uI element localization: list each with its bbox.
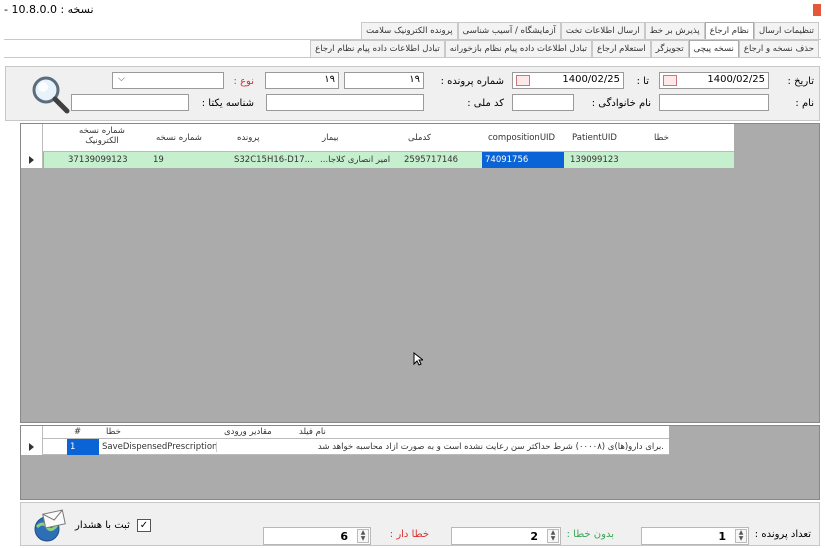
- record-count-label: تعداد پرونده :: [754, 529, 811, 540]
- tab-main-4[interactable]: آزمایشگاه / آسیب شناسی: [457, 22, 561, 39]
- row-pointer-icon: [29, 443, 34, 451]
- cell-patient-uid[interactable]: 139099123: [567, 155, 647, 165]
- col-header-file[interactable]: پرونده: [234, 133, 304, 143]
- col-header-index[interactable]: #: [71, 427, 91, 437]
- date-from-field[interactable]: 1400/02/25: [659, 72, 769, 89]
- cursor-icon: [413, 352, 423, 366]
- cell-electronic-no[interactable]: 37139099123: [65, 155, 145, 165]
- cell-patient[interactable]: ...امیر انصاری کلاجا: [317, 155, 401, 165]
- row-header-corner: [21, 426, 43, 439]
- row-indicator[interactable]: [21, 152, 43, 168]
- version-label: - 10.8.0.0 : نسخه: [4, 3, 94, 16]
- col-header-input-values[interactable]: مقادیر ورودی: [221, 427, 291, 437]
- cell-composition-uid[interactable]: 74091756: [482, 155, 564, 165]
- sub-tab-divider: [4, 57, 821, 58]
- search-button[interactable]: [28, 73, 72, 117]
- no-error-label: بدون خطا :: [566, 529, 614, 540]
- tab-sub-3[interactable]: استعلام ارجاع: [592, 40, 651, 57]
- family-field[interactable]: [512, 94, 574, 111]
- calendar-icon[interactable]: [516, 75, 530, 86]
- cell-field-name[interactable]: .برای دارو(ها)ی (۰۰۰۰۸) شرط حداکثر سن رع…: [289, 442, 667, 452]
- tab-main-3[interactable]: ارسال اطلاعات تخت: [560, 22, 645, 39]
- tab-sub-2[interactable]: تجویزگر: [650, 40, 689, 57]
- row-header-corner: [21, 124, 43, 152]
- cell-national-code[interactable]: 2595717146: [401, 155, 481, 165]
- cell-file[interactable]: S32C15H16-D17...: [231, 155, 315, 165]
- col-header-patient[interactable]: بیمار: [319, 133, 389, 143]
- spinner-arrows-icon[interactable]: ▲ ▼: [357, 529, 369, 543]
- tab-main-2[interactable]: پذیرش بر خط: [644, 22, 705, 39]
- footer-panel: تعداد پرونده : 1 ▲ ▼ بدون خطا : 2 ▲ ▼ خطا …: [20, 502, 820, 546]
- record-count-field[interactable]: 1 ▲ ▼: [641, 527, 749, 545]
- globe-mail-icon: [34, 509, 66, 542]
- type-select[interactable]: ⌵: [112, 72, 224, 89]
- tab-sub-4[interactable]: تبادل اطلاعات داده پیام نظام بازخورانه: [444, 40, 593, 57]
- search-icon: [32, 76, 70, 114]
- cell-error-msg[interactable]: SaveDispensedPrescription: [99, 442, 217, 452]
- error-grid-header: # خطا مقادیر ورودی نام فیلد: [21, 426, 669, 439]
- cell-prescription-no[interactable]: 19: [150, 155, 226, 165]
- tab-sub-5[interactable]: تبادل اطلاعات داده پیام نظام ارجاع: [310, 40, 445, 57]
- name-field[interactable]: [659, 94, 769, 111]
- col-header-patient-uid[interactable]: PatientUID: [569, 133, 639, 143]
- row-indicator[interactable]: [21, 439, 43, 455]
- col-header-prescription-no[interactable]: شماره نسخه: [153, 133, 223, 143]
- warn-checkbox-label: ثبت با هشدار: [75, 520, 130, 531]
- tab-sub-1[interactable]: نسخه پیچی: [688, 40, 739, 57]
- col-header-error-msg[interactable]: خطا: [103, 427, 163, 437]
- main-tab-strip: تنظیمات ارسال نظام ارجاع پذیرش بر خط ارسال …: [361, 22, 819, 39]
- unique-id-field[interactable]: [71, 94, 189, 111]
- chevron-down-icon: ⌵: [118, 74, 125, 84]
- send-button[interactable]: [31, 509, 67, 543]
- national-code-field[interactable]: [266, 94, 424, 111]
- warn-checkbox[interactable]: ✓: [137, 519, 151, 532]
- file-no-label: شماره پرونده :: [440, 76, 504, 87]
- to-label: تا :: [636, 76, 649, 87]
- prescriptions-grid: شماره نسخه الکترونیک شماره نسخه پرونده ب…: [20, 123, 820, 423]
- grid-header: شماره نسخه الکترونیک شماره نسخه پرونده ب…: [21, 124, 734, 152]
- tab-main-0[interactable]: تنظیمات ارسال: [753, 22, 819, 39]
- calendar-icon[interactable]: [663, 75, 677, 86]
- name-label: نام :: [795, 98, 814, 109]
- col-header-field-name[interactable]: نام فیلد: [296, 427, 366, 437]
- col-header-composition-uid[interactable]: compositionUID: [485, 133, 565, 143]
- tab-main-5[interactable]: پرونده الکترونیک سلامت: [361, 22, 458, 39]
- error-grid: # خطا مقادیر ورودی نام فیلد 1 SaveDispen…: [20, 425, 820, 500]
- cell-index[interactable]: 1: [67, 442, 99, 452]
- table-row[interactable]: 1 SaveDispensedPrescription .برای دارو(ه…: [21, 439, 669, 455]
- national-code-label: کد ملی :: [467, 98, 504, 109]
- sub-tab-strip: حذف نسخه و ارجاع نسخه پیچی تجویزگر استعلام …: [310, 40, 819, 57]
- row-pointer-icon: [29, 156, 34, 164]
- unique-id-label: شناسه یکتا :: [201, 98, 254, 109]
- family-label: نام خانوادگی :: [591, 98, 651, 109]
- spinner-arrows-icon[interactable]: ▲ ▼: [735, 529, 747, 543]
- with-error-count-field[interactable]: 6 ▲ ▼: [263, 527, 371, 545]
- date-label: تاریخ :: [787, 76, 814, 87]
- filter-panel: تاریخ : 1400/02/25 تا : 1400/02/25 شماره…: [5, 66, 820, 121]
- no-error-count-field[interactable]: 2 ▲ ▼: [451, 527, 561, 545]
- date-to-field[interactable]: 1400/02/25: [512, 72, 624, 89]
- app-icon: [813, 4, 821, 16]
- file-no-from-field[interactable]: ۱۹: [344, 72, 424, 89]
- tab-main-1[interactable]: نظام ارجاع: [704, 22, 754, 39]
- table-row[interactable]: 37139099123 19 S32C15H16-D17... ...امیر …: [21, 152, 734, 168]
- file-no-to-field[interactable]: ۱۹: [265, 72, 339, 89]
- col-header-national-code[interactable]: کدملی: [405, 133, 475, 143]
- title-bar: - 10.8.0.0 : نسخه: [0, 0, 825, 22]
- col-header-error[interactable]: خطا: [651, 133, 721, 143]
- with-error-label: خطا دار :: [389, 529, 429, 540]
- col-header-electronic-no[interactable]: شماره نسخه الکترونیک: [67, 126, 137, 146]
- tab-sub-0[interactable]: حذف نسخه و ارجاع: [738, 40, 819, 57]
- spinner-arrows-icon[interactable]: ▲ ▼: [547, 529, 559, 543]
- type-label: نوع :: [233, 76, 254, 87]
